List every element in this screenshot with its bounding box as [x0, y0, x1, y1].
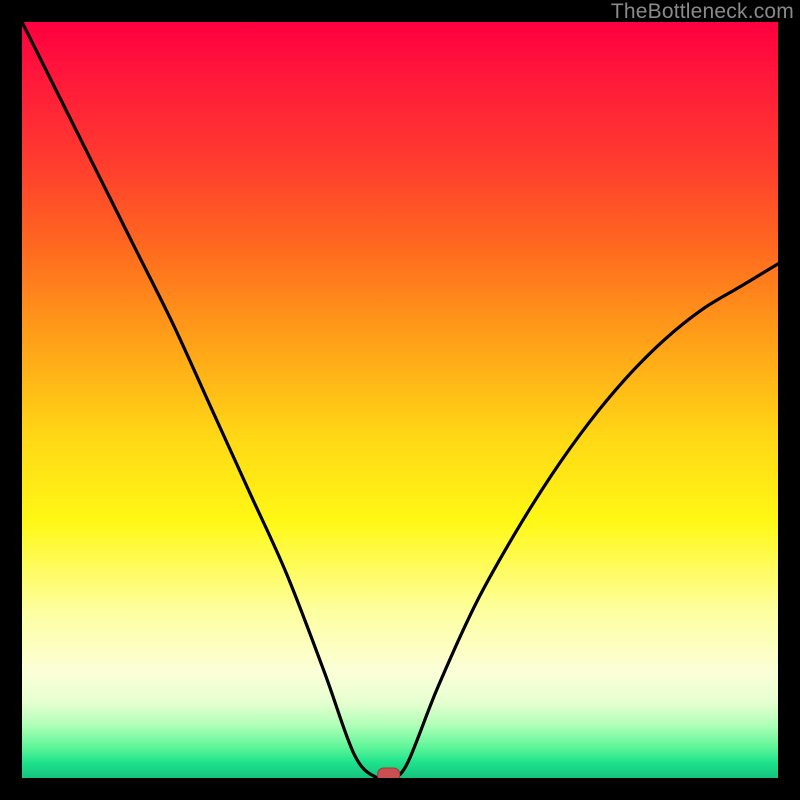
chart-stage: TheBottleneck.com [0, 0, 800, 800]
optimal-marker [378, 768, 400, 778]
plot-area [22, 22, 778, 778]
curve-layer [22, 22, 778, 778]
watermark-text: TheBottleneck.com [611, 0, 794, 24]
bottleneck-curve [22, 22, 778, 778]
